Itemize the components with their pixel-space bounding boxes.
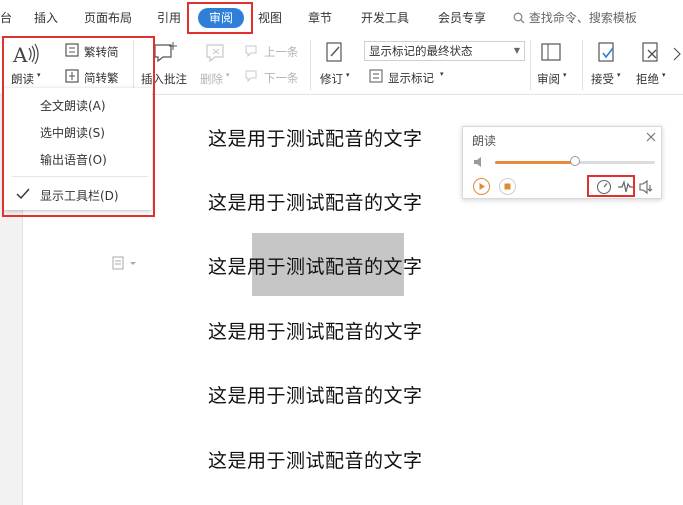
- next-comment-button[interactable]: 下一条: [264, 70, 299, 86]
- accept-icon: [598, 42, 614, 62]
- chevron-down-icon: ▼: [513, 46, 520, 55]
- revise-button[interactable]: 修订: [320, 71, 343, 87]
- panel-controls-highlight: [587, 175, 635, 197]
- read-aloud-highlight: [2, 36, 155, 217]
- next-comment-icon: [245, 70, 257, 83]
- ribbon-separator: [530, 40, 531, 90]
- show-markup-dropdown-arrow[interactable]: ▾: [440, 70, 444, 78]
- ribbon-tab-bar: 台 插入 页面布局 引用 审阅 视图 章节 开发工具 会员专享 查找命令、搜索模…: [0, 0, 683, 36]
- volume-slider[interactable]: [495, 156, 655, 166]
- paragraph[interactable]: 这是用于测试配音的文字: [208, 124, 423, 151]
- revise-icon: [326, 42, 342, 62]
- close-icon[interactable]: [646, 132, 656, 142]
- search-icon: [513, 12, 525, 24]
- show-markup-icon: [369, 69, 383, 83]
- tab-start[interactable]: 台: [0, 9, 12, 26]
- accept-button[interactable]: 接受: [591, 71, 614, 87]
- review-tab-highlight: [187, 2, 253, 34]
- show-markup-button[interactable]: 显示标记: [388, 70, 434, 86]
- tab-member[interactable]: 会员专享: [438, 9, 486, 26]
- stop-button[interactable]: [499, 178, 516, 195]
- volume-icon: [474, 157, 481, 167]
- review-pane-dropdown-arrow[interactable]: ▾: [563, 71, 567, 79]
- sound-settings-icon[interactable]: [639, 179, 655, 195]
- prev-comment-icon: [245, 45, 257, 58]
- review-pane-button[interactable]: 审阅: [537, 71, 560, 87]
- tab-developer[interactable]: 开发工具: [361, 9, 409, 26]
- revise-dropdown-arrow[interactable]: ▾: [346, 71, 350, 79]
- paragraph[interactable]: 这是用于测试配音的文字: [208, 446, 423, 473]
- paragraph[interactable]: 这是用于测试配音的文字: [208, 381, 423, 408]
- reject-icon: [642, 42, 658, 62]
- reject-dropdown-arrow[interactable]: ▾: [662, 71, 666, 79]
- prev-comment-button[interactable]: 上一条: [264, 44, 299, 60]
- accept-dropdown-arrow[interactable]: ▾: [617, 71, 621, 79]
- paragraph[interactable]: 这是用于测试配音的文字: [208, 252, 423, 279]
- insert-comment-icon: [154, 42, 177, 63]
- markup-state-value: 显示标记的最终状态: [369, 44, 473, 58]
- ribbon-separator: [310, 40, 311, 90]
- search-placeholder: 查找命令、搜索模板: [528, 11, 637, 25]
- more-ribbon-icon[interactable]: [672, 44, 682, 64]
- command-search[interactable]: 查找命令、搜索模板: [513, 9, 637, 26]
- delete-dropdown-arrow[interactable]: ▾: [226, 71, 230, 79]
- delete-comment-icon: [206, 44, 224, 63]
- markup-state-select[interactable]: 显示标记的最终状态 ▼: [364, 41, 525, 61]
- stop-icon: [504, 183, 511, 190]
- delete-comment-button[interactable]: 删除: [200, 71, 223, 87]
- paragraph-handle-icon[interactable]: [112, 256, 138, 270]
- tab-insert[interactable]: 插入: [34, 9, 58, 26]
- volume-slider-thumb[interactable]: [570, 156, 580, 166]
- paragraph[interactable]: 这是用于测试配音的文字: [208, 188, 423, 215]
- tab-view[interactable]: 视图: [258, 9, 282, 26]
- play-icon: [479, 183, 485, 190]
- play-button[interactable]: [473, 178, 490, 195]
- ribbon-separator: [582, 40, 583, 90]
- review-pane-icon: [541, 43, 561, 61]
- tab-page-layout[interactable]: 页面布局: [84, 9, 132, 26]
- tab-references[interactable]: 引用: [157, 9, 181, 26]
- paragraph[interactable]: 这是用于测试配音的文字: [208, 317, 423, 344]
- volume-slider-fill: [495, 161, 575, 164]
- panel-title: 朗读: [472, 134, 497, 148]
- tab-chapter[interactable]: 章节: [308, 9, 332, 26]
- reject-button[interactable]: 拒绝: [636, 71, 659, 87]
